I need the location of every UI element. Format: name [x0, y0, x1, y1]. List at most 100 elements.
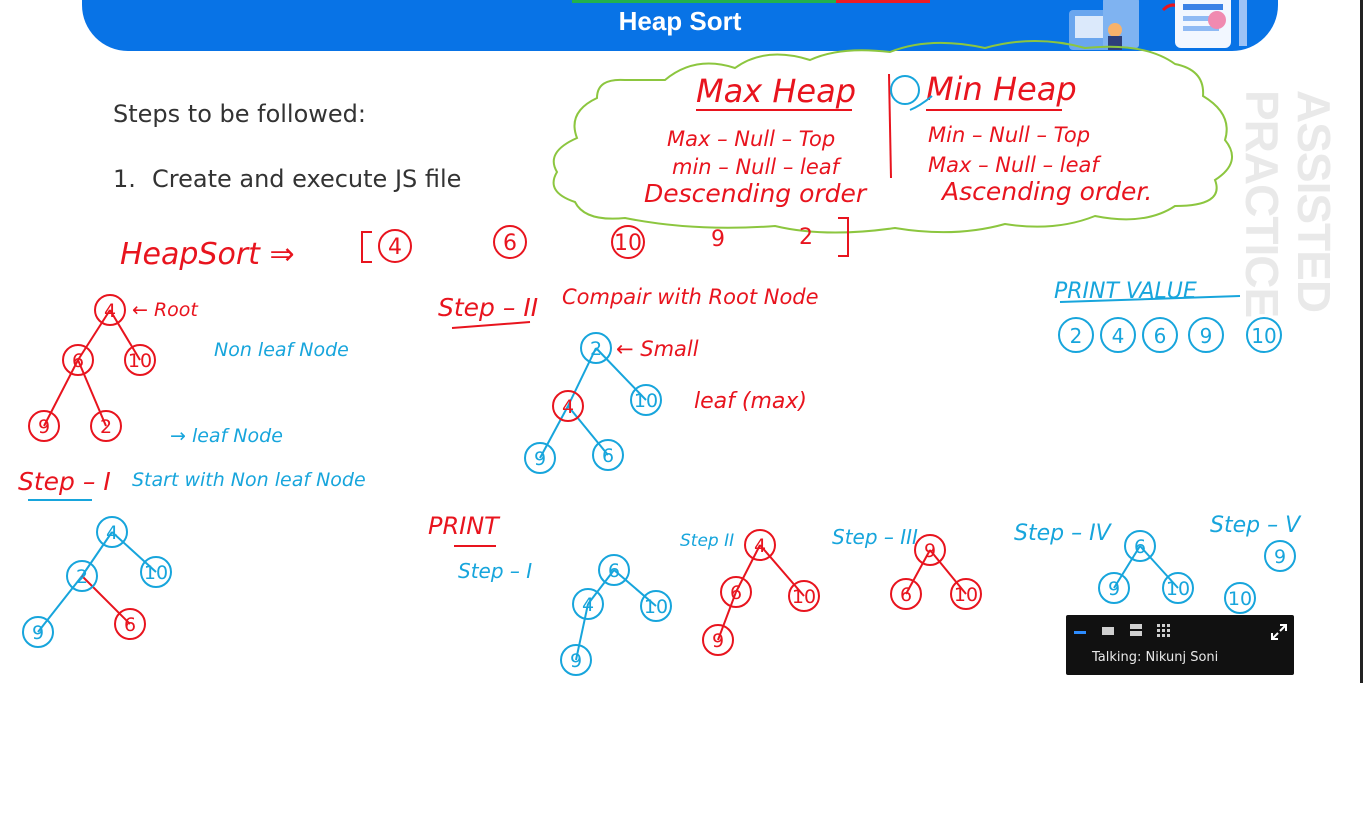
print-tree-node: 4	[572, 588, 604, 620]
svg-text:10: 10	[128, 350, 152, 372]
print-tree-node: 9	[1264, 540, 1296, 572]
print-tree-node: 6	[720, 576, 752, 608]
talking-indicator: Talking: Nikunj Soni	[1092, 650, 1219, 665]
svg-text:9: 9	[1108, 578, 1120, 600]
svg-text:4: 4	[562, 396, 574, 418]
array-value: 10	[614, 231, 642, 256]
svg-text:9: 9	[534, 448, 546, 470]
svg-text:9: 9	[570, 650, 582, 672]
svg-text:4: 4	[104, 300, 116, 322]
array-value: 9	[711, 227, 725, 252]
step2-node: 2	[580, 332, 612, 364]
print-step2: Step II	[680, 531, 734, 551]
print-tree-node: 10	[1224, 582, 1256, 614]
min-heap-title: Min Heap	[926, 70, 1077, 108]
svg-text:6: 6	[608, 560, 620, 582]
svg-text:10: 10	[792, 586, 816, 608]
svg-text:6: 6	[72, 350, 84, 372]
svg-text:2: 2	[76, 566, 88, 588]
min-line-2: Max – Null – leaf	[928, 153, 1102, 177]
print-value: 2	[1070, 324, 1083, 348]
print-step5: Step – V	[1210, 513, 1302, 538]
print-tree-node: 9	[702, 624, 734, 656]
min-line-1: Min – Null – Top	[928, 123, 1090, 147]
array-value: 4	[388, 235, 402, 260]
svg-text:9: 9	[38, 416, 50, 438]
print-tree-node: 10	[788, 580, 820, 612]
step1-node: 10	[140, 556, 172, 588]
max-line-3: Descending order	[644, 179, 868, 208]
svg-text:2: 2	[590, 338, 602, 360]
array-value: 6	[503, 231, 517, 256]
step2-node: 10	[630, 384, 662, 416]
print-value: 4	[1112, 324, 1125, 348]
svg-text:6: 6	[124, 614, 136, 636]
step1-label: Step – I	[18, 467, 111, 496]
tree1-node: 10	[124, 344, 156, 376]
array-open-bracket	[361, 231, 372, 263]
heapsort-label: HeapSort ⇒	[120, 237, 295, 272]
step2-label: Step – II	[438, 293, 538, 322]
step1-node: 6	[114, 608, 146, 640]
svg-text:6: 6	[602, 445, 614, 467]
grid-view-icon[interactable]	[1156, 623, 1174, 639]
svg-text:2: 2	[100, 416, 112, 438]
svg-text:6: 6	[900, 584, 912, 606]
print-tree-node: 4	[744, 529, 776, 561]
whiteboard-annotations: Max Heap Min Heap Max – Null – Top min –…	[18, 40, 1302, 676]
print-tree-node: 10	[640, 590, 672, 622]
fullscreen-icon[interactable]	[1270, 623, 1288, 640]
leaf-max-label: leaf (max)	[694, 389, 807, 414]
svg-text:10: 10	[1166, 578, 1190, 600]
print-tree-node: 10	[950, 578, 982, 610]
svg-text:9: 9	[712, 630, 724, 652]
print-value: 6	[1154, 324, 1167, 348]
svg-text:10: 10	[634, 390, 658, 412]
array-value: 2	[799, 225, 813, 250]
svg-text:9: 9	[1274, 546, 1286, 568]
step1-node: 4	[96, 516, 128, 548]
svg-text:4: 4	[754, 535, 766, 557]
step1-node: 9	[22, 616, 54, 648]
step2-text: Compair with Root Node	[562, 285, 819, 309]
print-tree-node: 6	[598, 554, 630, 586]
svg-text:6: 6	[730, 582, 742, 604]
root-label: ← Root	[132, 299, 199, 321]
step2-node: 6	[592, 439, 624, 471]
print-tree-node: 10	[1162, 572, 1194, 604]
tree-edge	[81, 575, 131, 625]
svg-text:4: 4	[106, 522, 118, 544]
svg-text:6: 6	[1134, 536, 1146, 558]
max-line-2: min – Null – leaf	[672, 155, 843, 179]
minimize-icon[interactable]	[1072, 623, 1090, 639]
non-leaf-node-label: Non leaf Node	[214, 339, 349, 361]
tree1-node: 6	[62, 344, 94, 376]
svg-text:9: 9	[32, 622, 44, 644]
meeting-mini-bar: Talking: Nikunj Soni	[1066, 615, 1294, 675]
svg-text:4: 4	[582, 594, 594, 616]
min-line-3: Ascending order.	[940, 177, 1152, 206]
single-view-icon[interactable]	[1100, 623, 1118, 639]
max-heap-title: Max Heap	[696, 72, 856, 110]
leaf-node-label: → leaf Node	[170, 425, 283, 447]
print-tree-node: 6	[1124, 530, 1156, 562]
svg-text:10: 10	[1228, 588, 1252, 610]
print-value: 9	[1200, 324, 1213, 348]
print-tree-node: 9	[560, 644, 592, 676]
print-tree-node: 9	[914, 534, 946, 566]
print-step4: Step – IV	[1014, 521, 1113, 546]
print-tree-node: 9	[1098, 572, 1130, 604]
small-label: ← Small	[616, 337, 699, 361]
print-tree-node: 6	[890, 578, 922, 610]
max-line-1: Max – Null – Top	[667, 127, 835, 151]
print-label: PRINT	[428, 512, 501, 540]
svg-text:10: 10	[144, 562, 168, 584]
svg-text:10: 10	[644, 596, 668, 618]
print-step1: Step – I	[458, 559, 532, 583]
strip-view-icon[interactable]	[1128, 623, 1146, 639]
print-step3: Step – III	[832, 525, 918, 549]
array-close-bracket	[838, 217, 849, 257]
tree1-node: 2	[90, 410, 122, 442]
tree1-node: 9	[28, 410, 60, 442]
step1-node: 2	[66, 560, 98, 592]
